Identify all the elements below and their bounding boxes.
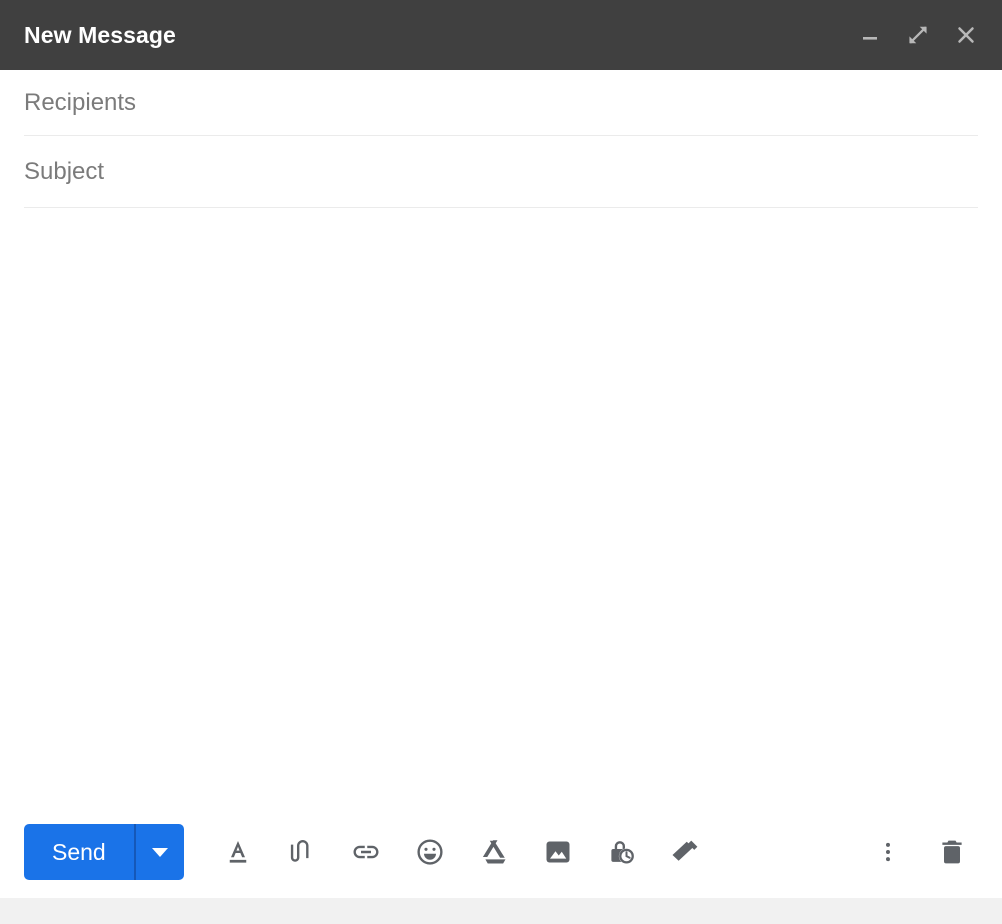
- attach-file-button[interactable]: [270, 824, 334, 880]
- minimize-icon: [863, 37, 877, 40]
- send-button-group[interactable]: Send: [24, 824, 184, 880]
- insert-drive-file-button[interactable]: [462, 824, 526, 880]
- formatting-options-button[interactable]: [206, 824, 270, 880]
- insert-link-button[interactable]: [334, 824, 398, 880]
- compose-toolbar: Send: [0, 806, 1002, 898]
- format-text-icon: [229, 841, 246, 863]
- insert-emoji-button[interactable]: [398, 824, 462, 880]
- subject-row: [24, 136, 978, 208]
- chevron-down-icon: [151, 847, 168, 857]
- photo-icon: [546, 841, 570, 863]
- page-title: New Message: [24, 21, 176, 48]
- send-options-button[interactable]: [136, 824, 184, 880]
- subject-input[interactable]: [24, 157, 978, 186]
- toolbar-right-group: [860, 824, 980, 880]
- link-icon: [353, 845, 379, 859]
- more-options-button[interactable]: [860, 824, 916, 880]
- paperclip-icon: [290, 840, 309, 862]
- insert-signature-button[interactable]: [654, 824, 718, 880]
- recipients-row: [24, 70, 978, 136]
- recipients-input[interactable]: [24, 88, 978, 117]
- close-button[interactable]: [946, 15, 986, 55]
- toolbar-icon-group: [206, 824, 718, 880]
- compose-title-bar: New Message: [0, 0, 1002, 70]
- send-button-label: Send: [52, 838, 106, 865]
- discard-draft-button[interactable]: [924, 824, 980, 880]
- pen-icon: [672, 840, 698, 861]
- trash-icon: [942, 840, 962, 864]
- window-bottom-strip: [0, 898, 1002, 924]
- google-drive-icon: [482, 840, 506, 864]
- expand-button[interactable]: [898, 15, 938, 55]
- expand-icon: [909, 26, 927, 44]
- insert-photo-button[interactable]: [526, 824, 590, 880]
- confidential-mode-button[interactable]: [590, 824, 654, 880]
- minimize-button[interactable]: [850, 15, 890, 55]
- send-button[interactable]: Send: [24, 824, 134, 880]
- close-icon: [958, 27, 974, 43]
- compose-fields: [0, 70, 1002, 208]
- window-controls: [850, 15, 986, 55]
- emoji-icon: [417, 839, 443, 865]
- more-vertical-icon: [885, 842, 891, 862]
- compose-window: New Message Recipients Subject Send: [0, 0, 1002, 924]
- message-body-input[interactable]: [0, 208, 1002, 806]
- confidential-lock-clock-icon: [611, 841, 634, 864]
